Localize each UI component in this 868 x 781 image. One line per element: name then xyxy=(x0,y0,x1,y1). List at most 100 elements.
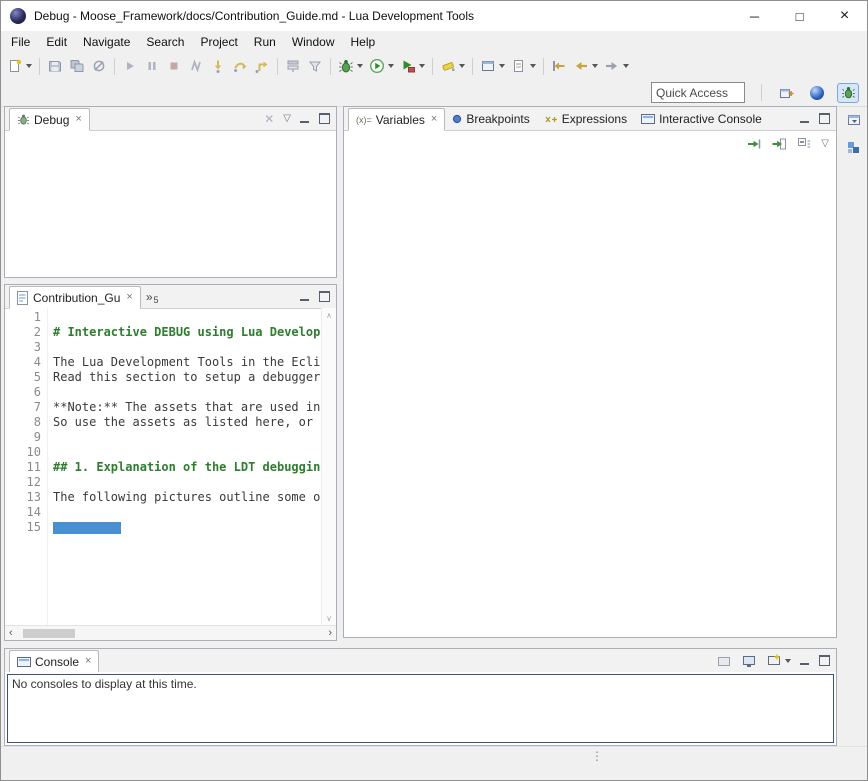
code-line[interactable]: The Lua Development Tools in the Ecli xyxy=(53,355,321,370)
line-number[interactable]: 13 xyxy=(5,490,41,505)
debug-button[interactable] xyxy=(335,54,366,78)
minimize-view-icon[interactable] xyxy=(300,292,310,302)
console-output[interactable]: No consoles to display at this time. xyxy=(7,674,834,743)
collapse-all-icon[interactable] xyxy=(796,136,812,152)
code-line[interactable] xyxy=(53,505,321,520)
step-into-button[interactable] xyxy=(207,54,229,78)
menu-item-edit[interactable]: Edit xyxy=(38,32,75,52)
tab-variables[interactable]: (x)= Variables × xyxy=(348,108,445,131)
line-number[interactable]: 2 xyxy=(5,325,41,340)
dropdown-caret-icon[interactable] xyxy=(623,64,629,68)
menu-item-run[interactable]: Run xyxy=(246,32,284,52)
line-number[interactable]: 5 xyxy=(5,370,41,385)
scroll-down-icon[interactable]: ∨ xyxy=(326,614,332,623)
dropdown-caret-icon[interactable] xyxy=(357,64,363,68)
hidden-editors-chevron[interactable]: » 5 xyxy=(141,285,164,308)
line-number[interactable]: 6 xyxy=(5,385,41,400)
code-line[interactable] xyxy=(53,445,321,460)
code-line[interactable]: So use the assets as listed here, or xyxy=(53,415,321,430)
use-step-filters-button[interactable] xyxy=(304,54,326,78)
forward-button[interactable] xyxy=(601,54,632,78)
maximize-view-icon[interactable] xyxy=(819,113,830,124)
editor-code[interactable]: # Interactive DEBUG using Lua Develop The… xyxy=(48,308,321,626)
editor-horizontal-scrollbar[interactable]: ‹ › xyxy=(5,625,336,640)
line-number[interactable]: 14 xyxy=(5,505,41,520)
scroll-left-icon[interactable]: ‹ xyxy=(5,628,17,639)
dropdown-caret-icon[interactable] xyxy=(785,659,791,663)
scroll-right-icon[interactable]: › xyxy=(324,628,336,639)
code-line[interactable] xyxy=(53,475,321,490)
open-console-icon[interactable] xyxy=(716,653,732,669)
debug-perspective-button[interactable] xyxy=(837,83,859,103)
line-number[interactable]: 12 xyxy=(5,475,41,490)
save-all-button[interactable] xyxy=(66,54,88,78)
menu-item-navigate[interactable]: Navigate xyxy=(75,32,138,52)
mark-occurrences-button[interactable] xyxy=(437,54,468,78)
line-number[interactable]: 9 xyxy=(5,430,41,445)
new-file-button[interactable] xyxy=(508,54,539,78)
menu-item-window[interactable]: Window xyxy=(284,32,343,52)
scroll-up-icon[interactable]: ∧ xyxy=(326,311,332,320)
dropdown-caret-icon[interactable] xyxy=(499,64,505,68)
last-edit-location-button[interactable] xyxy=(548,54,570,78)
line-number[interactable]: 1 xyxy=(5,310,41,325)
code-line[interactable] xyxy=(53,385,321,400)
code-line[interactable]: The following pictures outline some o xyxy=(53,490,321,505)
line-number[interactable]: 11 xyxy=(5,460,41,475)
menu-item-search[interactable]: Search xyxy=(138,32,192,52)
tab-close-icon[interactable]: × xyxy=(85,656,91,667)
sash-handle[interactable]: ⋮ xyxy=(591,749,603,763)
tab-breakpoints[interactable]: Breakpoints xyxy=(445,107,536,130)
scrollbar-thumb[interactable] xyxy=(23,629,75,638)
suspend-button[interactable] xyxy=(141,54,163,78)
code-line[interactable]: **Note:** The assets that are used in xyxy=(53,400,321,415)
back-button[interactable] xyxy=(570,54,601,78)
minimize-view-icon[interactable] xyxy=(800,114,810,124)
dropdown-caret-icon[interactable] xyxy=(592,64,598,68)
tab-expressions[interactable]: Expressions xyxy=(537,107,634,130)
save-button[interactable] xyxy=(44,54,66,78)
resume-button[interactable] xyxy=(119,54,141,78)
menu-item-project[interactable]: Project xyxy=(192,32,245,52)
line-number[interactable]: 15 xyxy=(5,520,41,535)
open-perspective-button[interactable] xyxy=(775,83,797,103)
minimize-view-icon[interactable] xyxy=(800,656,810,666)
step-return-button[interactable] xyxy=(251,54,273,78)
maximize-button[interactable]: □ xyxy=(777,1,822,31)
perspective-grid-icon[interactable] xyxy=(845,140,863,156)
new-console-button[interactable] xyxy=(766,653,791,669)
code-line[interactable] xyxy=(53,430,321,445)
code-line[interactable] xyxy=(53,310,321,325)
line-number[interactable]: 4 xyxy=(5,355,41,370)
view-menu-icon[interactable]: ▽ xyxy=(821,139,829,149)
restore-view-icon[interactable] xyxy=(845,112,863,128)
tab-contribution-guide[interactable]: Contribution_Gu × xyxy=(9,286,141,309)
tab-interactive-console[interactable]: Interactive Console xyxy=(634,107,769,130)
terminate-button[interactable] xyxy=(163,54,185,78)
menu-item-file[interactable]: File xyxy=(3,32,38,52)
close-button[interactable]: × xyxy=(822,1,867,31)
tab-close-icon[interactable]: × xyxy=(126,292,132,303)
dropdown-caret-icon[interactable] xyxy=(530,64,536,68)
maximize-view-icon[interactable] xyxy=(819,655,830,666)
code-line[interactable] xyxy=(53,520,321,535)
code-line[interactable] xyxy=(53,340,321,355)
view-menu-icon[interactable]: ▽ xyxy=(283,114,291,124)
tab-console[interactable]: Console × xyxy=(9,650,99,673)
dropdown-caret-icon[interactable] xyxy=(388,64,394,68)
tab-close-icon[interactable]: × xyxy=(431,114,437,125)
dropdown-caret-icon[interactable] xyxy=(459,64,465,68)
disconnect-button[interactable] xyxy=(185,54,207,78)
step-over-button[interactable] xyxy=(229,54,251,78)
editor-vertical-scrollbar[interactable]: ∧ ∨ xyxy=(321,308,336,626)
new-button[interactable] xyxy=(4,54,35,78)
code-line[interactable]: # Interactive DEBUG using Lua Develop xyxy=(53,325,321,340)
lua-perspective-button[interactable] xyxy=(806,83,828,103)
menu-item-help[interactable]: Help xyxy=(343,32,384,52)
maximize-view-icon[interactable] xyxy=(319,113,330,124)
maximize-view-icon[interactable] xyxy=(319,291,330,302)
line-number[interactable]: 8 xyxy=(5,415,41,430)
tab-close-icon[interactable]: × xyxy=(75,114,81,125)
remove-terminated-icon[interactable]: ✕ xyxy=(264,113,274,125)
tab-debug[interactable]: Debug × xyxy=(9,108,90,131)
